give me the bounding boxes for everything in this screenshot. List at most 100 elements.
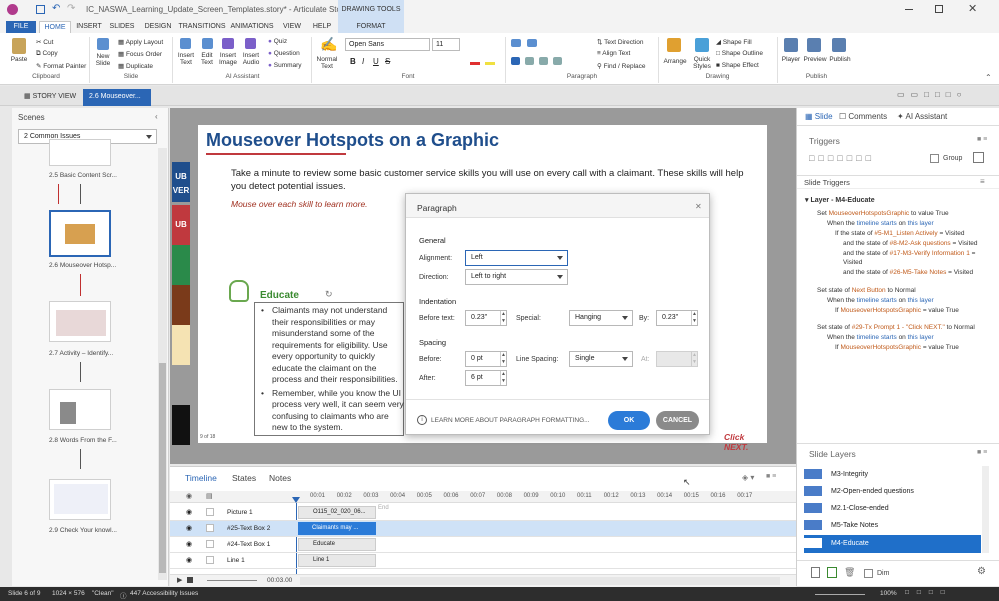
line-spacing-select[interactable]: Single (569, 351, 633, 367)
summary-button[interactable]: ● Summary (268, 62, 302, 69)
timeline-row[interactable]: ◉ Picture 1 O115_02_020_06... (170, 505, 796, 521)
redo-icon[interactable]: ↷ (67, 3, 75, 14)
find-replace-button[interactable]: ⚲ Find / Replace (597, 62, 646, 70)
gear-icon[interactable]: ⚙ (977, 566, 986, 577)
layer-item[interactable]: M2.1-Close-ended (804, 500, 981, 517)
eye-icon[interactable]: ◉ (186, 524, 192, 532)
tab-ai-assistant[interactable]: ✦ AI Assistant (897, 112, 947, 121)
direction-select[interactable]: Left to right (465, 269, 568, 285)
edit-text-button[interactable]: Edit Text (197, 52, 217, 66)
tab-transitions[interactable]: TRANSITIONS (178, 21, 226, 33)
lock-checkbox[interactable] (206, 540, 214, 548)
tab-design[interactable]: DESIGN (142, 21, 174, 33)
preview-button[interactable]: Preview (802, 56, 828, 63)
format-painter-button[interactable]: ✎ Format Painter (36, 62, 86, 70)
stepper-icon[interactable]: ▲ ▼ (691, 352, 697, 366)
accessibility-issues[interactable]: 447 Accessibility Issues (130, 590, 198, 597)
tab-animations[interactable]: ANIMATIONS (229, 21, 275, 33)
align-right-icon[interactable] (539, 57, 548, 65)
ok-button[interactable]: OK (608, 411, 650, 430)
strikethrough-button[interactable]: S (385, 57, 390, 66)
justify-icon[interactable] (553, 57, 562, 65)
new-layer-icon[interactable] (811, 567, 820, 578)
after-input[interactable]: 6 pt ▲ ▼ (465, 370, 507, 386)
collapse-all-icon[interactable]: ≡ (980, 177, 985, 186)
new-slide-button[interactable]: New Slide (91, 53, 115, 67)
group-checkbox[interactable] (930, 154, 939, 163)
paste-button[interactable]: Paste (6, 56, 32, 63)
delete-layer-icon[interactable]: 🗑 (844, 567, 855, 578)
copy-button[interactable]: ⧉ Copy (36, 50, 58, 58)
italic-button[interactable]: I (362, 57, 364, 66)
lock-icon[interactable]: ▤ (206, 492, 213, 500)
close-icon[interactable]: ✕ (968, 2, 977, 15)
bold-button[interactable]: B (350, 57, 356, 66)
panel-options-icon[interactable]: ■ ≡ (766, 473, 776, 480)
scrollbar-thumb[interactable] (159, 363, 166, 573)
trigger-action[interactable]: Set state of Next Button to Normal (817, 287, 916, 294)
slide-thumbnail-selected[interactable] (49, 210, 111, 257)
minimize-icon[interactable] (905, 9, 913, 10)
font-color-icon[interactable] (470, 57, 480, 65)
trigger-toolbar-icons[interactable]: □□□□□□□ (809, 153, 875, 163)
tab-active-slide[interactable]: 2.6 Mouseover... × (83, 89, 151, 116)
undo-icon[interactable]: ↶ (52, 3, 60, 14)
trigger-action[interactable]: Set MouseoverHotspotsGraphic to value Tr… (817, 210, 949, 217)
timeline-row[interactable]: ◉ #24-Text Box 1 Educate (170, 537, 796, 553)
focus-order-button[interactable]: ▦ Focus Order (118, 50, 162, 58)
timeline-options-icon[interactable]: ◈ ▾ (742, 473, 754, 482)
collapse-ribbon-icon[interactable]: ⌃ (985, 73, 992, 82)
cut-button[interactable]: ✂ Cut (36, 38, 53, 46)
timeline-row[interactable]: ◉ Line 1 Line 1 (170, 553, 796, 569)
tab-insert[interactable]: INSERT (74, 21, 104, 33)
layer-item[interactable]: M2-Open-ended questions (804, 483, 981, 500)
font-name-dropdown[interactable]: Open Sans (345, 38, 430, 51)
timeline-h-scrollbar[interactable] (300, 577, 780, 585)
timeline-bar[interactable]: Educate (298, 538, 376, 551)
rotate-handle-icon[interactable]: ↻ (325, 289, 333, 300)
stepper-icon[interactable]: ▲ ▼ (500, 352, 506, 366)
insert-audio-button[interactable]: Insert Audio (240, 52, 262, 66)
font-size-dropdown[interactable]: 11 (432, 38, 460, 51)
publish-button[interactable]: Publish (827, 56, 853, 63)
save-icon[interactable] (36, 5, 45, 14)
fit-icons[interactable]: □□□□ (905, 589, 953, 596)
stop-icon[interactable] (187, 577, 193, 583)
panel-options-icon[interactable]: ■ ≡ (977, 449, 987, 456)
timeline-row-selected[interactable]: ◉ #25-Text Box 2 Claimants may ... (170, 521, 796, 537)
layer-item[interactable]: M3-Integrity (804, 466, 981, 483)
timeline-bar[interactable]: O115_02_020_06... (298, 506, 376, 519)
accessibility-icon[interactable]: ⓘ (120, 590, 127, 600)
scenes-scrollbar[interactable] (158, 148, 167, 580)
highlight-icon[interactable] (485, 57, 495, 65)
dim-checkbox[interactable] (864, 569, 873, 578)
slide-thumbnail[interactable] (49, 389, 111, 430)
shape-effect-button[interactable]: ■ Shape Effect (716, 62, 759, 69)
stepper-icon[interactable]: ▲ ▼ (500, 371, 506, 385)
special-select[interactable]: Hanging (569, 310, 633, 326)
eye-icon[interactable]: ◉ (186, 492, 192, 500)
eye-icon[interactable]: ◉ (186, 508, 192, 516)
shape-fill-button[interactable]: ◢ Shape Fill (716, 38, 752, 46)
slide-thumbnail[interactable] (49, 479, 111, 520)
timeline-bar[interactable]: Line 1 (298, 554, 376, 567)
insert-image-button[interactable]: Insert Image (217, 52, 239, 66)
layer-item-selected[interactable]: M4-Educate (804, 535, 981, 553)
bullets-icon[interactable] (511, 39, 521, 47)
quick-styles-button[interactable]: Quick Styles (689, 56, 715, 70)
tab-states[interactable]: States (232, 473, 256, 483)
slide-thumbnail[interactable] (49, 139, 111, 166)
play-icon[interactable]: ▶ (177, 576, 182, 584)
numbering-icon[interactable] (527, 39, 537, 47)
tab-slides[interactable]: SLIDES (106, 21, 138, 33)
at-input[interactable]: ▲ ▼ (656, 351, 698, 367)
tab-home[interactable]: HOME (39, 21, 71, 33)
lock-checkbox[interactable] (206, 508, 214, 516)
arrange-button[interactable]: Arrange (661, 58, 689, 65)
tab-file[interactable]: FILE (6, 21, 36, 33)
stepper-icon[interactable]: ▲ ▼ (500, 311, 506, 325)
timeline-bar[interactable]: Claimants may ... (298, 522, 376, 535)
tab-story-view[interactable]: ▦ STORY VIEW (18, 89, 82, 106)
tab-timeline[interactable]: Timeline (185, 473, 217, 483)
tab-comments[interactable]: ☐ Comments (839, 112, 887, 121)
